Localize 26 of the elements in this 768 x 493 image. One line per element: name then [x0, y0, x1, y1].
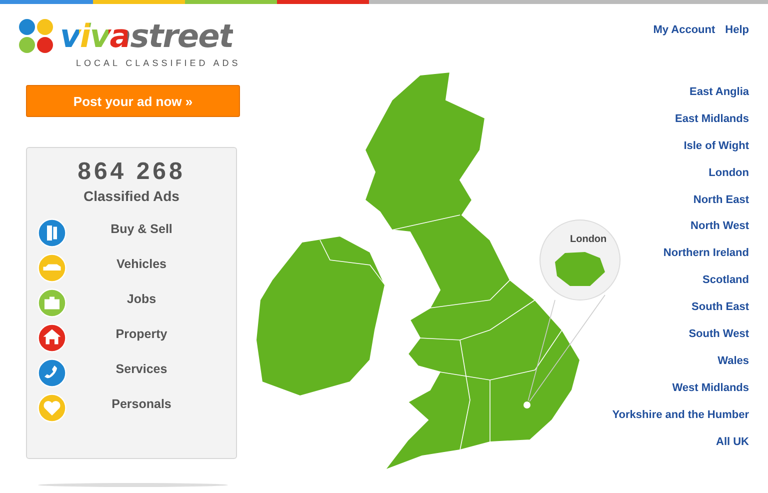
category-link[interactable]: Jobs	[67, 292, 236, 306]
category-link[interactable]: Vehicles	[67, 257, 236, 271]
region-link[interactable]: East Midlands	[675, 112, 749, 125]
region-link[interactable]: All UK	[716, 436, 749, 448]
category-link[interactable]: Personals	[67, 397, 236, 411]
header-link[interactable]: My Account	[653, 24, 716, 36]
region-link[interactable]: Northern Ireland	[663, 247, 749, 260]
region-link[interactable]: Wales	[718, 354, 749, 367]
category-link[interactable]: Property	[67, 327, 236, 341]
region-link[interactable]: North East	[693, 194, 749, 206]
region-link[interactable]: London	[708, 166, 749, 179]
region-link[interactable]: North West	[690, 220, 749, 232]
map-callout-label: London	[570, 234, 607, 245]
region-link[interactable]: Scotland	[702, 274, 749, 286]
region-link[interactable]: Isle of Wight	[684, 140, 749, 152]
region-link[interactable]: West Midlands	[672, 382, 749, 394]
region-link[interactable]: East Anglia	[690, 86, 749, 98]
category-link[interactable]: Buy & Sell	[67, 222, 236, 236]
region-link[interactable]: Yorkshire and the Humber	[612, 408, 749, 421]
region-link[interactable]: South West	[688, 328, 749, 340]
region-link[interactable]: South East	[692, 301, 749, 314]
ad-count: 864 268	[76, 158, 186, 186]
category-link[interactable]: Services	[67, 362, 236, 376]
logo-tagline: LOCAL CLASSIFIED ADS	[76, 58, 242, 68]
ad-count-label: Classified Ads	[82, 188, 180, 204]
header-link[interactable]: Help	[725, 24, 749, 36]
